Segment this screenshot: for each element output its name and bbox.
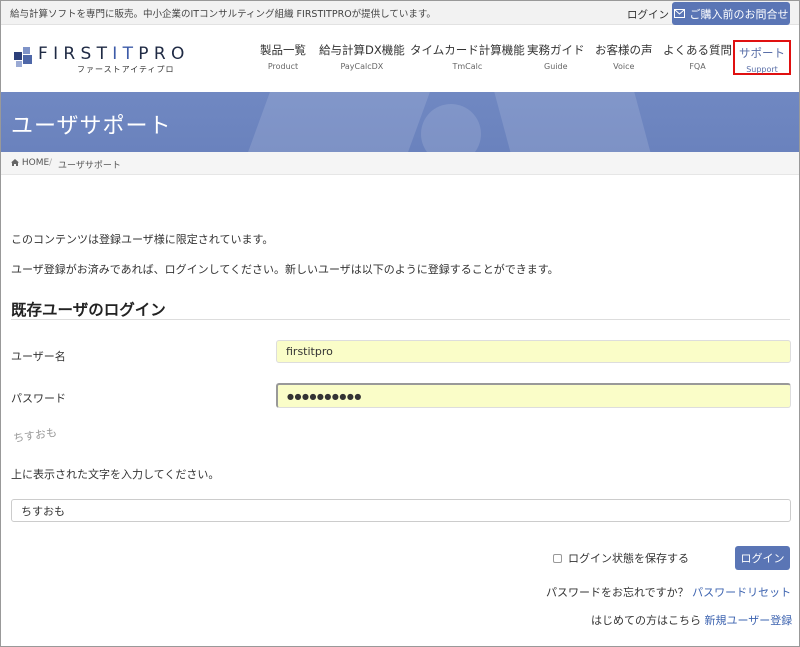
contact-button-label: ご購入前のお問合せ: [689, 7, 789, 21]
page-title: ユーザサポート: [11, 114, 172, 139]
mail-icon: [673, 9, 685, 18]
nav-guide[interactable]: 実務ガイド Guide: [527, 42, 585, 71]
home-icon: [11, 159, 19, 166]
nav-support[interactable]: サポート Support: [733, 40, 791, 75]
username-input[interactable]: firstitpro: [276, 340, 791, 363]
logo-wordmark: FIRSTITPRO: [38, 44, 190, 64]
logo-puzzle-icon: [14, 47, 32, 67]
forgot-password-line: パスワードをお忘れですか？ パスワードリセット: [546, 586, 792, 599]
password-input[interactable]: ●●●●●●●●●●: [276, 383, 791, 408]
notice-login-instructions: ユーザ登録がお済みであれば、ログインしてください。新しいユーザは以下のように登録…: [11, 263, 559, 276]
banner-decoration: [488, 92, 654, 152]
register-link[interactable]: 新規ユーザー登録: [705, 614, 793, 627]
captcha-instruction: 上に表示された文字を入力してください。: [11, 468, 220, 481]
captcha-image: ちすおも: [12, 425, 58, 445]
breadcrumb-current: ユーザサポート: [58, 161, 121, 171]
section-divider: [11, 319, 790, 320]
breadcrumb-home[interactable]: HOME: [11, 158, 49, 168]
contact-button[interactable]: ご購入前のお問合せ: [672, 2, 790, 25]
section-title: 既存ユーザのログイン: [11, 301, 166, 319]
banner-decoration: [244, 92, 434, 152]
remember-me-checkbox[interactable]: [553, 553, 562, 563]
register-line: はじめての方はこちら 新規ユーザー登録: [591, 614, 793, 627]
remember-me-label: ログイン状態を保存する: [568, 552, 689, 565]
nav-faq[interactable]: よくある質問 FQA: [663, 42, 732, 71]
username-label: ユーザー名: [11, 350, 66, 363]
site-logo[interactable]: FIRSTITPRO ファーストアイティプロ: [14, 44, 204, 76]
breadcrumb-separator: /: [49, 158, 53, 168]
top-bar: 給与計算ソフトを専門に販売。中小企業のITコンサルティング組織 FIRSTITP…: [1, 1, 799, 25]
top-login-link[interactable]: ログイン: [627, 7, 669, 22]
site-tagline: 給与計算ソフトを専門に販売。中小企業のITコンサルティング組織 FIRSTITP…: [10, 9, 436, 20]
logo-kana: ファーストアイティプロ: [77, 65, 175, 74]
password-reset-link[interactable]: パスワードリセット: [692, 586, 791, 599]
remember-me[interactable]: ログイン状態を保存する: [553, 550, 689, 566]
nav-products[interactable]: 製品一覧 Product: [260, 42, 306, 71]
nav-paycalcdx[interactable]: 給与計算DX機能 PayCalcDX: [319, 42, 405, 71]
breadcrumb: HOME / ユーザサポート: [1, 152, 799, 175]
notice-restricted: このコンテンツは登録ユーザ様に限定されています。: [11, 233, 274, 246]
site-header: FIRSTITPRO ファーストアイティプロ 製品一覧 Product 給与計算D…: [1, 26, 799, 92]
page-banner: ユーザサポート: [1, 92, 799, 152]
captcha-input[interactable]: ちすおも: [11, 499, 791, 522]
nav-voice[interactable]: お客様の声 Voice: [595, 42, 653, 71]
password-label: パスワード: [11, 392, 66, 405]
nav-tmcalc[interactable]: タイムカード計算機能 TmCalc: [410, 42, 525, 71]
login-button[interactable]: ログイン: [735, 546, 790, 570]
banner-decoration: [421, 104, 481, 152]
